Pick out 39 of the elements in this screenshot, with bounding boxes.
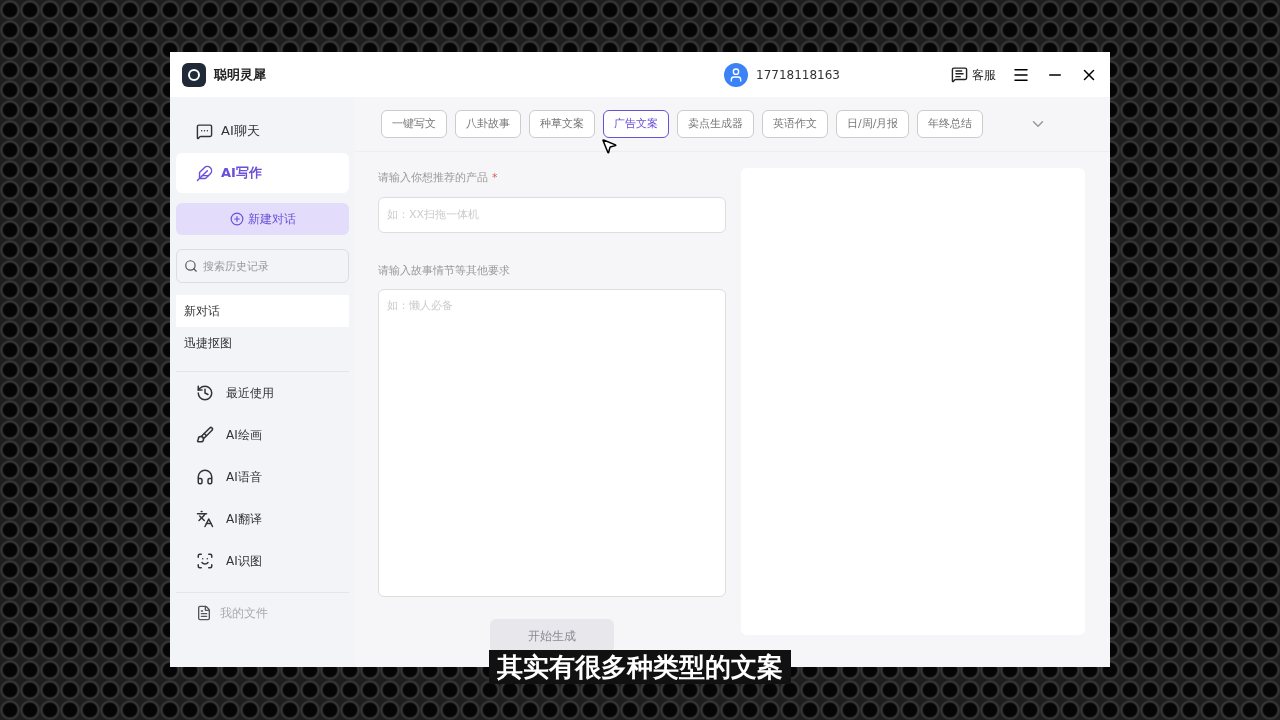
tool-item[interactable]: AI识图 xyxy=(176,540,349,582)
category-tab[interactable]: 卖点生成器 xyxy=(677,110,754,138)
video-subtitle: 其实有很多种类型的文案 xyxy=(489,650,791,684)
feather-icon xyxy=(196,164,213,182)
search-field[interactable]: 搜索历史记录 xyxy=(176,249,349,283)
history-item[interactable]: 迅捷抠图 xyxy=(176,327,349,359)
service-button[interactable]: 客服 xyxy=(951,65,996,84)
history-item[interactable]: 新对话 xyxy=(176,295,349,327)
tool-item[interactable]: 最近使用 xyxy=(176,372,349,414)
image-scan-icon xyxy=(196,552,214,570)
search-icon xyxy=(184,259,198,273)
file-icon xyxy=(196,605,212,621)
app-logo-icon xyxy=(182,62,206,87)
field-label: 请输入故事情节等其他要求 xyxy=(378,262,511,279)
account-number: 17718118163 xyxy=(756,66,840,84)
brush-icon xyxy=(196,426,214,444)
new-chat-button[interactable]: 新建对话 xyxy=(176,203,349,235)
chat-icon xyxy=(196,122,213,140)
field-label: 请输入你想推荐的产品 * xyxy=(378,170,499,186)
tool-item[interactable]: AI语音 xyxy=(176,456,349,498)
category-tab[interactable]: 种草文案 xyxy=(529,110,595,138)
category-tab[interactable]: 年终总结 xyxy=(917,110,984,138)
category-tab[interactable]: 广告文案 xyxy=(603,110,669,138)
translate-icon xyxy=(196,510,214,528)
category-tab[interactable]: 日/周/月报 xyxy=(836,110,910,138)
category-tab[interactable]: 八卦故事 xyxy=(455,110,521,138)
chat-bubble-icon xyxy=(951,66,968,83)
tool-item[interactable]: AI翻译 xyxy=(176,498,349,540)
category-tab[interactable]: 一键写文 xyxy=(381,110,447,138)
mode-item[interactable]: AI写作 xyxy=(176,153,349,193)
avatar-icon[interactable] xyxy=(724,62,748,87)
category-tab[interactable]: 英语作文 xyxy=(762,110,828,138)
clock-icon xyxy=(196,384,214,402)
mouse-cursor-icon xyxy=(600,137,618,155)
window-title: 聪明灵犀 xyxy=(214,65,266,84)
mode-item[interactable]: AI聊天 xyxy=(176,111,349,151)
tool-item[interactable]: AI绘画 xyxy=(176,414,349,456)
headphones-icon xyxy=(196,468,214,486)
plus-icon xyxy=(229,212,244,226)
